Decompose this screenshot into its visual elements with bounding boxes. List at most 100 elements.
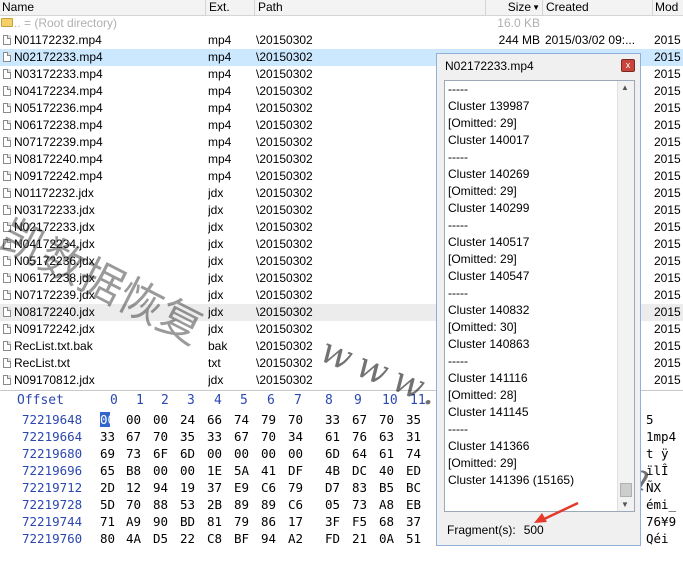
hex-byte[interactable]: 5A [234, 463, 256, 478]
hex-byte[interactable]: 89 [234, 497, 256, 512]
hex-byte[interactable]: 35 [180, 429, 202, 444]
column-path-header[interactable]: Path [258, 0, 482, 15]
scroll-up-icon[interactable]: ▲ [621, 83, 629, 92]
hex-byte[interactable]: BC [406, 480, 428, 495]
vertical-scrollbar[interactable]: ▲ ▼ [617, 81, 634, 511]
hex-byte[interactable]: 79 [261, 412, 283, 427]
hex-byte[interactable]: 35 [406, 412, 428, 427]
hex-byte[interactable]: 76 [352, 429, 374, 444]
hex-byte[interactable]: FD [325, 531, 347, 546]
hex-cursor-byte[interactable]: 00 [100, 412, 115, 427]
hex-byte[interactable]: 70 [261, 429, 283, 444]
file-row[interactable]: N01172232.mp4 mp4 \20150302 244 MB 2015/03/0… [0, 32, 683, 49]
hex-byte[interactable]: 83 [352, 480, 374, 495]
hex-byte[interactable]: B5 [379, 480, 401, 495]
hex-byte[interactable]: 70 [379, 412, 401, 427]
hex-byte[interactable]: C8 [207, 531, 229, 546]
hex-byte[interactable]: 71 [100, 514, 122, 529]
hex-byte[interactable]: 24 [180, 412, 202, 427]
hex-byte[interactable]: 51 [406, 531, 428, 546]
hex-byte[interactable]: 4B [325, 463, 347, 478]
hex-byte[interactable]: 81 [207, 514, 229, 529]
hex-byte[interactable]: 00 [180, 463, 202, 478]
hex-byte[interactable]: ED [406, 463, 428, 478]
hex-byte[interactable]: 6D [325, 446, 347, 461]
hex-byte[interactable]: A9 [126, 514, 148, 529]
hex-byte[interactable]: 70 [153, 429, 175, 444]
hex-byte[interactable]: 21 [352, 531, 374, 546]
cluster-list[interactable]: ▲ ▼ ----- Cluster 139987 [Omitted: 29] Clus… [444, 80, 635, 512]
hex-byte[interactable]: E9 [234, 480, 256, 495]
hex-byte[interactable]: 00 [126, 412, 148, 427]
hex-byte[interactable]: 90 [153, 514, 175, 529]
hex-byte[interactable]: 00 [153, 463, 175, 478]
hex-byte[interactable]: F5 [352, 514, 374, 529]
hex-byte[interactable]: 0A [379, 531, 401, 546]
hex-byte[interactable]: 66 [207, 412, 229, 427]
hex-byte[interactable]: 69 [100, 446, 122, 461]
hex-byte[interactable]: 00 [261, 446, 283, 461]
hex-byte[interactable]: 67 [126, 429, 148, 444]
hex-byte[interactable]: EB [406, 497, 428, 512]
hex-byte[interactable]: BF [234, 531, 256, 546]
hex-byte[interactable]: 67 [352, 412, 374, 427]
hex-byte[interactable]: 70 [288, 412, 310, 427]
hex-byte[interactable]: 89 [261, 497, 283, 512]
hex-byte[interactable]: 2B [207, 497, 229, 512]
hex-byte[interactable]: 88 [153, 497, 175, 512]
hex-byte[interactable]: A8 [379, 497, 401, 512]
hex-byte[interactable]: 80 [100, 531, 122, 546]
hex-byte[interactable]: 34 [288, 429, 310, 444]
hex-byte[interactable]: 65 [100, 463, 122, 478]
hex-byte[interactable]: 6D [180, 446, 202, 461]
hex-byte[interactable]: 00 [207, 446, 229, 461]
hex-byte[interactable]: 3F [325, 514, 347, 529]
hex-byte[interactable]: 67 [234, 429, 256, 444]
hex-byte[interactable]: 37 [207, 480, 229, 495]
hex-byte[interactable]: 33 [325, 412, 347, 427]
hex-byte[interactable]: 73 [126, 446, 148, 461]
hex-byte[interactable]: A2 [288, 531, 310, 546]
hex-byte[interactable]: 4A [126, 531, 148, 546]
column-ext-header[interactable]: Ext. [209, 0, 253, 15]
hex-byte[interactable]: 12 [126, 480, 148, 495]
hex-byte[interactable]: 37 [406, 514, 428, 529]
hex-byte[interactable]: D5 [153, 531, 175, 546]
hex-byte[interactable]: C6 [261, 480, 283, 495]
hex-byte[interactable]: 19 [180, 480, 202, 495]
hex-byte[interactable]: 17 [288, 514, 310, 529]
hex-byte[interactable]: 6F [153, 446, 175, 461]
scrollbar-thumb[interactable] [620, 483, 632, 497]
hex-byte[interactable]: C6 [288, 497, 310, 512]
hex-byte[interactable]: B8 [126, 463, 148, 478]
hex-byte[interactable]: DC [352, 463, 374, 478]
scroll-down-icon[interactable]: ▼ [621, 500, 629, 509]
hex-byte[interactable]: 31 [406, 429, 428, 444]
hex-byte[interactable]: 68 [379, 514, 401, 529]
hex-byte[interactable]: 05 [325, 497, 347, 512]
hex-byte[interactable]: 63 [379, 429, 401, 444]
hex-byte[interactable]: 74 [234, 412, 256, 427]
root-directory-row[interactable]: .. = (Root directory) 16.0 KB [0, 15, 683, 32]
hex-byte[interactable]: 5D [100, 497, 122, 512]
hex-byte[interactable]: 00 [153, 412, 175, 427]
hex-byte[interactable]: D7 [325, 480, 347, 495]
hex-byte[interactable]: 53 [180, 497, 202, 512]
column-size-header[interactable]: Size▼ [487, 0, 540, 15]
hex-byte[interactable]: 94 [153, 480, 175, 495]
hex-byte[interactable]: 70 [126, 497, 148, 512]
hex-byte[interactable]: 94 [261, 531, 283, 546]
column-modified-header[interactable]: Mod [655, 0, 683, 15]
hex-byte[interactable]: 00 [234, 446, 256, 461]
close-button[interactable]: x [621, 59, 635, 72]
hex-byte[interactable]: 40 [379, 463, 401, 478]
hex-byte[interactable]: 79 [234, 514, 256, 529]
hex-byte[interactable]: 86 [261, 514, 283, 529]
hex-byte[interactable]: 74 [406, 446, 428, 461]
hex-byte[interactable]: 61 [379, 446, 401, 461]
hex-byte[interactable]: 33 [100, 429, 122, 444]
column-name-header[interactable]: Name [2, 0, 202, 15]
hex-byte[interactable]: BD [180, 514, 202, 529]
hex-byte[interactable]: 41 [261, 463, 283, 478]
hex-byte[interactable]: 64 [352, 446, 374, 461]
